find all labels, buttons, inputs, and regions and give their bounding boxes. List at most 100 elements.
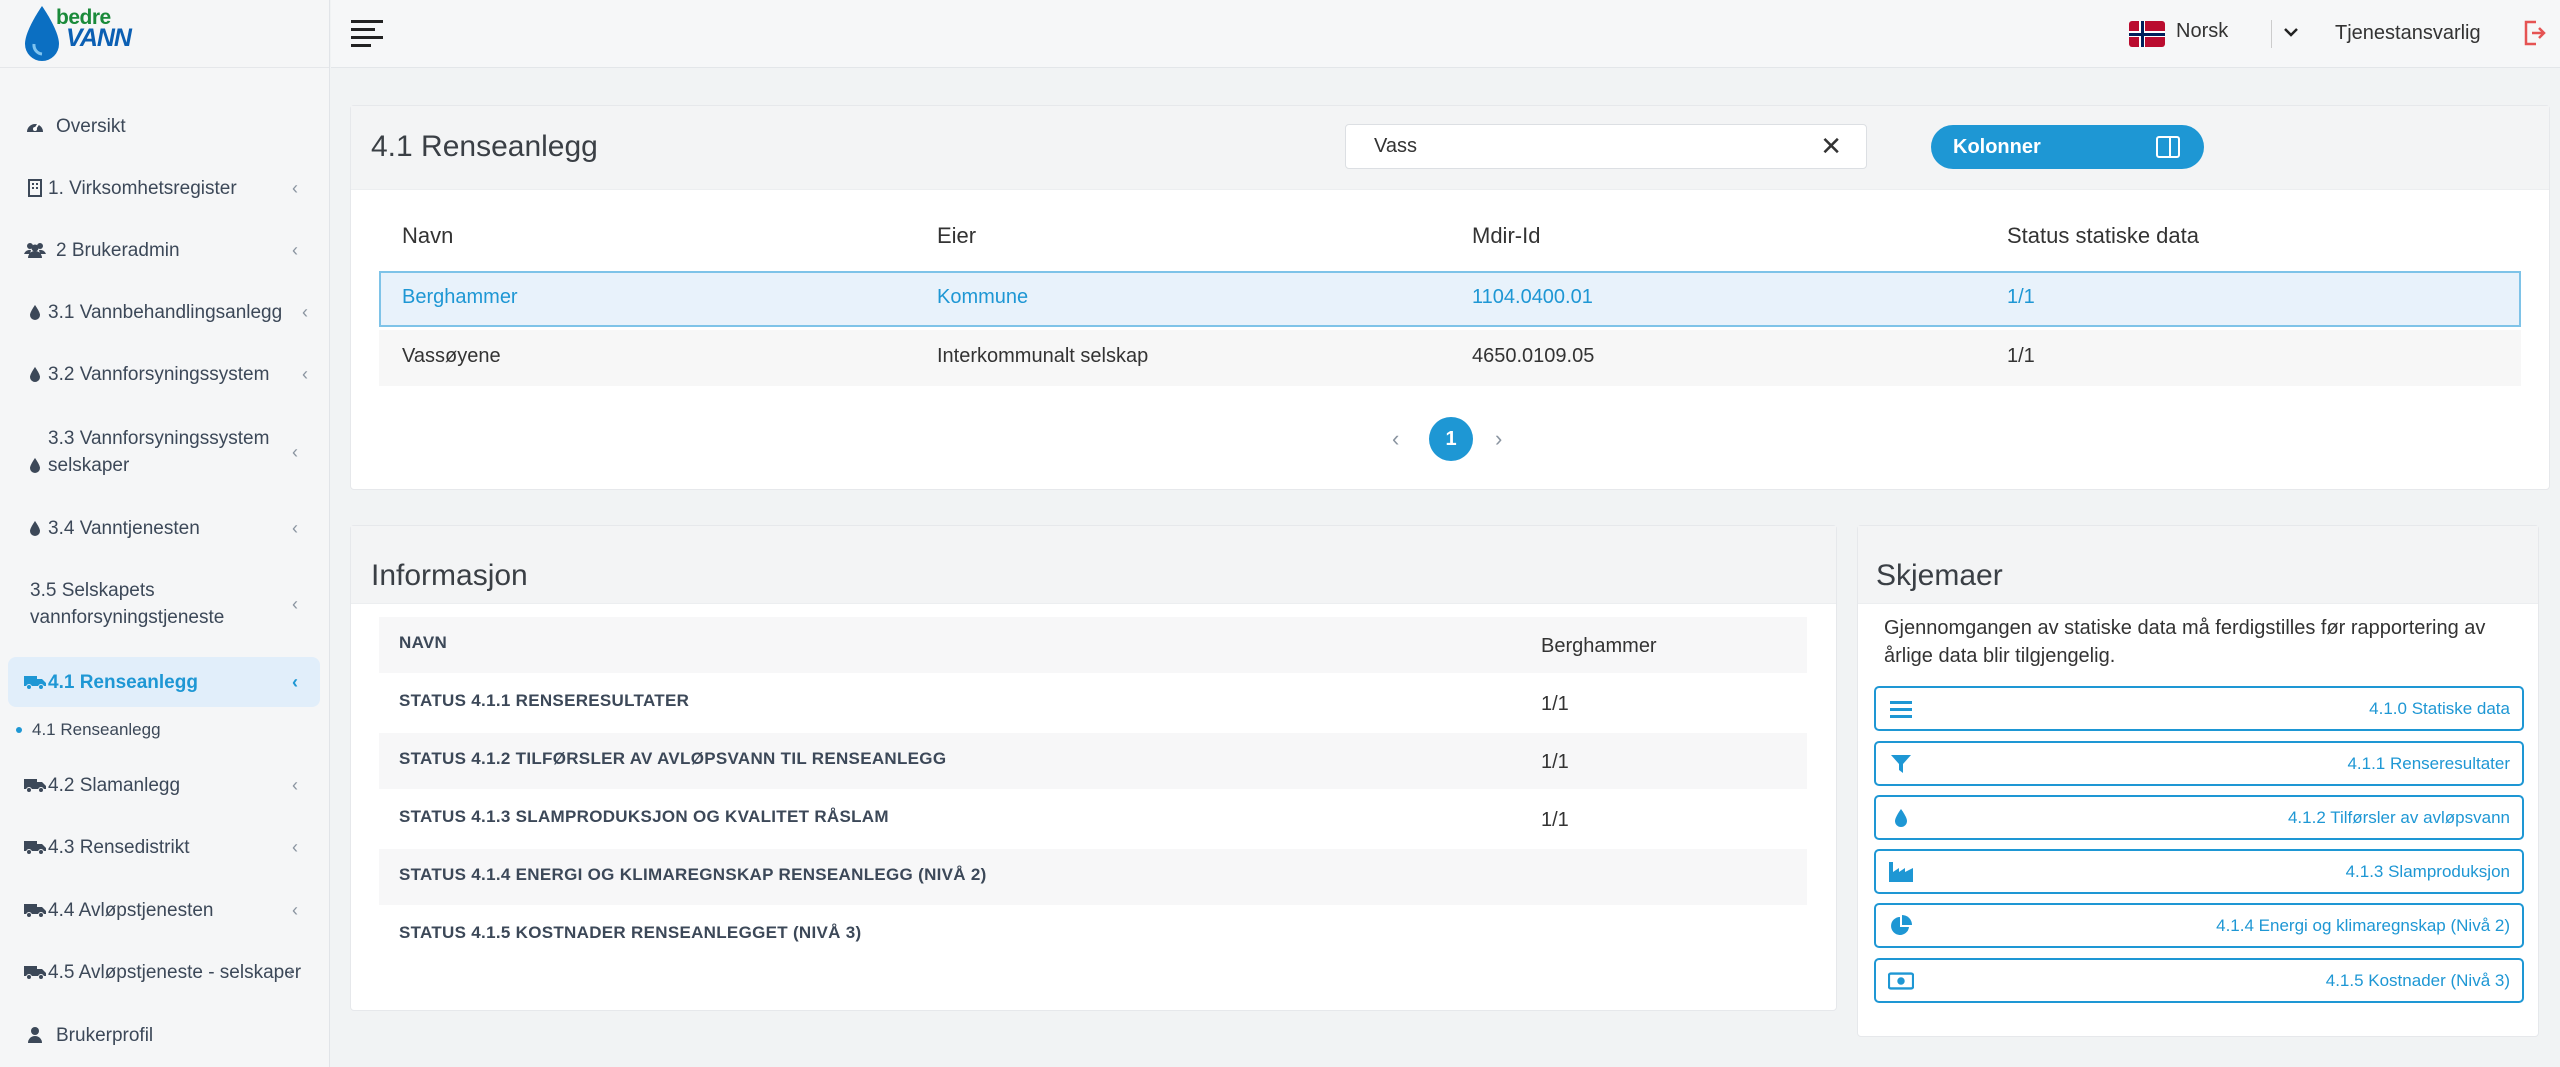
sidebar-item-renseanlegg[interactable]: 4.1 Renseanlegg ‹ xyxy=(8,657,320,707)
norway-flag-icon xyxy=(2129,21,2165,47)
form-button-energi-klimaregnskap[interactable]: 4.1.4 Energi og klimaregnskap (Nivå 2) xyxy=(1874,903,2524,948)
sidebar-item-brukerprofil[interactable]: Brukerprofil xyxy=(8,1019,320,1051)
sidebar-item-label: 3.2 Vannforsyningssystem xyxy=(48,363,270,385)
info-label: STATUS 4.1.2 TILFØRSLER AV AVLØPSVANN TI… xyxy=(399,749,947,768)
table-cell: Interkommunalt selskap xyxy=(937,345,1149,367)
info-row: STATUS 4.1.2 TILFØRSLER AV AVLØPSVANN TI… xyxy=(379,733,1807,789)
info-row: STATUS 4.1.5 KOSTNADER RENSEANLEGGET (NI… xyxy=(379,907,1807,963)
pagination-prev-icon[interactable]: ‹ xyxy=(1392,426,1399,452)
column-header-navn[interactable]: Navn xyxy=(402,223,453,249)
language-label[interactable]: Norsk xyxy=(2176,20,2228,43)
industry-icon xyxy=(1888,861,1914,883)
card-header xyxy=(351,526,1836,604)
search-input[interactable] xyxy=(1374,135,1794,158)
sidebar-item-label: 2 Brukeradmin xyxy=(56,239,180,261)
chevron-left-icon: ‹ xyxy=(292,836,298,857)
menu-toggle-icon[interactable] xyxy=(351,20,383,48)
sidebar: bedre VANN Oversikt 1. Virksomhetsregist… xyxy=(0,0,330,1067)
bullet-dot xyxy=(16,727,22,733)
sidebar-item-slamanlegg[interactable]: 4.2 Slamanlegg ‹ xyxy=(8,769,320,801)
info-label: STATUS 4.1.5 KOSTNADER RENSEANLEGGET (NI… xyxy=(399,923,862,942)
sidebar-item-label: 3.4 Vanntjenesten xyxy=(48,517,200,539)
chevron-left-icon: ‹ xyxy=(292,441,298,462)
list-icon xyxy=(1888,698,1914,720)
table-row[interactable]: Berghammer Kommune 1104.0400.01 1/1 xyxy=(379,271,2521,327)
sidebar-item-label: 3.3 Vannforsyningssystem selskaper xyxy=(48,428,270,476)
droplet-icon xyxy=(24,457,46,473)
sidebar-item-vanntjenesten[interactable]: 3.4 Vanntjenesten ‹ xyxy=(8,512,320,544)
clear-search-icon[interactable]: ✕ xyxy=(1820,131,1842,162)
logout-icon[interactable] xyxy=(2524,20,2546,51)
chevron-left-icon: ‹ xyxy=(302,301,308,322)
info-value: Berghammer xyxy=(1541,635,1657,657)
droplet-icon xyxy=(24,304,46,320)
divider xyxy=(2271,20,2272,48)
skjemaer-title: Skjemaer xyxy=(1876,559,2003,592)
sidebar-item-brukeradmin[interactable]: 2 Brukeradmin ‹ xyxy=(8,234,320,266)
building-icon xyxy=(24,179,46,197)
pagination-page-current[interactable]: 1 xyxy=(1429,417,1473,461)
table-cell: Kommune xyxy=(937,286,1029,308)
sidebar-item-label: 4.1 Renseanlegg xyxy=(48,671,198,693)
chevron-left-icon: ‹ xyxy=(292,177,298,198)
pagination-next-icon[interactable]: › xyxy=(1495,426,1502,452)
chevron-left-icon: ‹ xyxy=(302,363,308,384)
sidebar-item-selskapets-vannforsyningstjeneste[interactable]: 3.5 Selskapets vannforsyningstjeneste ‹ xyxy=(8,574,320,634)
truck-icon xyxy=(24,778,46,793)
chevron-left-icon: ‹ xyxy=(292,671,298,692)
form-button-renseresultater[interactable]: 4.1.1 Renseresultater xyxy=(1874,741,2524,786)
sidebar-item-label: 4.2 Slamanlegg xyxy=(48,774,181,796)
info-value: 1/1 xyxy=(1541,693,1569,715)
page-title: 4.1 Renseanlegg xyxy=(371,130,598,163)
sidebar-item-label: 4.5 Avløpstjeneste - selskaper xyxy=(48,961,302,983)
column-header-status[interactable]: Status statiske data xyxy=(2007,223,2199,249)
sidebar-item-vannbehandlingsanlegg[interactable]: 3.1 Vannbehandlingsanlegg ‹ xyxy=(8,296,320,328)
droplet-icon xyxy=(1888,807,1914,829)
column-header-mdir-id[interactable]: Mdir-Id xyxy=(1472,223,1540,249)
chevron-left-icon: ‹ xyxy=(292,899,298,920)
money-icon xyxy=(1888,970,1914,992)
sidebar-item-avlopstjenesten[interactable]: 4.4 Avløpstjenesten ‹ xyxy=(8,894,320,926)
sidebar-item-rensedistrikt[interactable]: 4.3 Rensedistrikt ‹ xyxy=(8,831,320,863)
truck-icon xyxy=(24,903,46,918)
table-cell: 1104.0400.01 xyxy=(1472,286,1593,308)
search-field[interactable]: ✕ xyxy=(1345,124,1867,169)
form-button-label: 4.1.5 Kostnader (Nivå 3) xyxy=(2325,971,2510,990)
form-button-tilforsler[interactable]: 4.1.2 Tilførsler av avløpsvann xyxy=(1874,795,2524,840)
truck-icon xyxy=(24,965,46,980)
chevron-down-icon[interactable] xyxy=(2283,22,2299,43)
info-row: STATUS 4.1.3 SLAMPRODUKSJON OG KVALITET … xyxy=(379,791,1807,847)
form-button-label: 4.1.3 Slamproduksjon xyxy=(2345,862,2510,881)
form-button-label: 4.1.2 Tilførsler av avløpsvann xyxy=(2287,808,2510,827)
info-label: STATUS 4.1.3 SLAMPRODUKSJON OG KVALITET … xyxy=(399,807,889,826)
sidebar-subitem-renseanlegg[interactable]: 4.1 Renseanlegg xyxy=(16,720,161,740)
form-button-kostnader[interactable]: 4.1.5 Kostnader (Nivå 3) xyxy=(1874,958,2524,1003)
brand-line2: VANN xyxy=(66,24,132,52)
sidebar-item-oversikt[interactable]: Oversikt xyxy=(8,110,320,142)
user-role-label[interactable]: Tjenestansvarlig xyxy=(2335,22,2481,45)
sidebar-item-label: Oversikt xyxy=(56,115,126,137)
brand-logo[interactable]: bedre VANN xyxy=(0,0,329,68)
info-row: STATUS 4.1.1 RENSERESULTATER 1/1 xyxy=(379,675,1807,731)
chevron-left-icon: ‹ xyxy=(292,517,298,538)
sidebar-item-vannforsyningssystem[interactable]: 3.2 Vannforsyningssystem ‹ xyxy=(8,358,320,390)
informasjon-title: Informasjon xyxy=(371,559,528,592)
column-header-eier[interactable]: Eier xyxy=(937,223,976,249)
sidebar-item-avlopstjeneste-selskaper[interactable]: 4.5 Avløpstjeneste - selskaper ‹ xyxy=(8,956,320,988)
sidebar-subitem-label: 4.1 Renseanlegg xyxy=(32,720,161,739)
truck-icon xyxy=(24,675,46,690)
info-value: 1/1 xyxy=(1541,751,1569,773)
table-row[interactable]: Vassøyene Interkommunalt selskap 4650.01… xyxy=(379,330,2521,386)
users-icon xyxy=(24,242,46,258)
filter-icon xyxy=(1888,753,1914,775)
sidebar-item-vannforsyningssystem-selskaper[interactable]: 3.3 Vannforsyningssystem selskaper ‹ xyxy=(8,422,320,482)
table-cell: Berghammer xyxy=(402,286,518,308)
form-button-statiske-data[interactable]: 4.1.0 Statiske data xyxy=(1874,686,2524,731)
info-value: 1/1 xyxy=(1541,809,1569,831)
columns-button[interactable]: Kolonner xyxy=(1931,125,2204,169)
chevron-left-icon: ‹ xyxy=(292,774,298,795)
table-cell: 1/1 xyxy=(2007,345,2035,367)
sidebar-item-virksomhetsregister[interactable]: 1. Virksomhetsregister ‹ xyxy=(8,172,320,204)
chevron-left-icon: ‹ xyxy=(288,961,294,982)
form-button-slamproduksjon[interactable]: 4.1.3 Slamproduksjon xyxy=(1874,849,2524,894)
